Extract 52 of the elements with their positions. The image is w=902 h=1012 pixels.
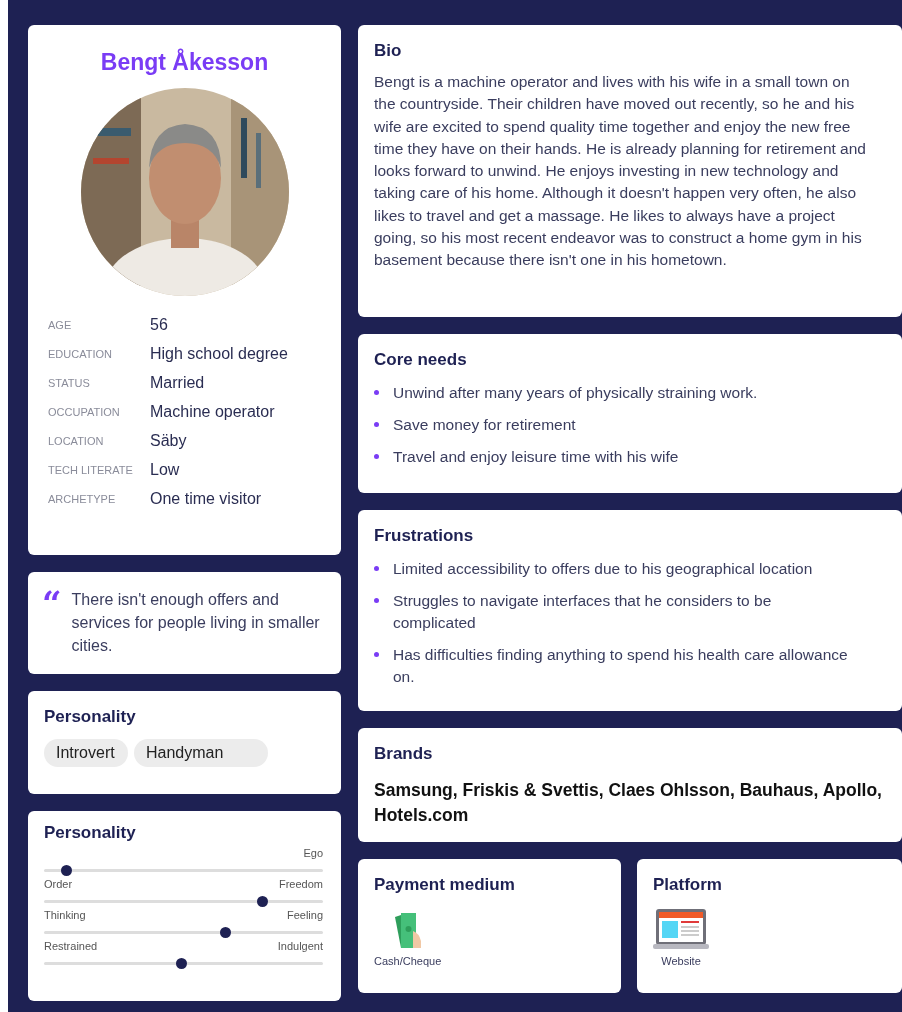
- bullet-icon: [374, 652, 379, 657]
- bullet-icon: [374, 422, 379, 427]
- scale-label: Restrained: [44, 940, 98, 954]
- fact-label: ARCHETYPE: [48, 493, 117, 505]
- item-label: Cash/Cheque: [374, 955, 442, 967]
- fact-value: One time visitor: [150, 490, 263, 508]
- personality-tag: Introvert: [44, 739, 128, 767]
- bullet-icon: [374, 598, 379, 603]
- frustration-text: Struggles to navigate interfaces that he considers to be complicated: [393, 591, 773, 633]
- need-text: Save money for retirement: [393, 415, 577, 435]
- fact-value: 56: [150, 316, 169, 334]
- bullet-icon: [374, 390, 379, 395]
- card-title: Brands: [374, 744, 434, 764]
- frustration-text: Limited accessibility to offers due to his geographical location: [393, 559, 814, 579]
- quote-mark: “: [42, 588, 62, 625]
- scale-label: Thinking: [44, 909, 86, 923]
- persona-name: Bengt Åkesson: [100, 49, 269, 76]
- fact-label: AGE: [48, 319, 73, 331]
- scale-label: Indulgent: [277, 940, 323, 954]
- fact-value: Low: [150, 461, 181, 479]
- fact-label: LOCATION: [48, 435, 105, 447]
- scale-label: Order: [44, 878, 73, 892]
- card-title: Payment medium: [374, 875, 516, 895]
- item-label: Website: [661, 955, 701, 967]
- fact-value: Machine operator: [150, 403, 276, 421]
- brands-text: Samsung, Friskis & Svettis, Claes Ohlsson, Bauhaus, Apollo, Hotels.com: [374, 779, 883, 827]
- bio-text: Bengt is a machine operator and lives with his wife in a small town on the countryside. Their children have moved out recently, so he and his wife are excited to spend quality time together and enjoy the new free time they have on their hands. He is already planning for retirement and looks forward to unwind. He enjoys investing in new technology and taking care of his home. Although it doesn't happen very often, he also likes to travel and get a massage. He likes to always have a project going, so his most recent endeavor was to construct a home gym in his basement because there isn't one in his hometown.: [374, 72, 867, 271]
- cash-in-hand-icon: [392, 911, 423, 949]
- card-title: Platform: [653, 875, 723, 895]
- card-title: Frustrations: [374, 526, 475, 546]
- fact-value: High school degree: [150, 345, 289, 363]
- fact-label: EDUCATION: [48, 348, 113, 360]
- fact-value: Married: [150, 374, 206, 392]
- bullet-icon: [374, 566, 379, 571]
- laptop-webpage-icon: [653, 909, 709, 949]
- card-title: Personality: [44, 707, 137, 727]
- bullet-icon: [374, 454, 379, 459]
- fact-label: OCCUPATION: [48, 406, 121, 418]
- fact-value: Säby: [150, 432, 188, 450]
- card-title: Core needs: [374, 350, 468, 370]
- fact-label: TECH LITERATE: [48, 464, 134, 476]
- quote-text: There isn't enough offers and services for people living in smaller cities.: [71, 590, 321, 656]
- card-title: Bio: [374, 41, 403, 61]
- card-title: Personality: [44, 823, 137, 843]
- need-text: Unwind after many years of physically straining work.: [393, 383, 759, 403]
- personality-tag: Handyman: [134, 739, 268, 767]
- frustration-text: Has difficulties finding anything to spend his health care allowance on.: [393, 645, 849, 687]
- scale-label: Feeling: [286, 909, 323, 923]
- fact-label: STATUS: [48, 377, 91, 389]
- scale-label: Ego: [303, 847, 323, 861]
- need-text: Travel and enjoy leisure time with his wife: [393, 447, 680, 467]
- scale-label: Freedom: [278, 878, 323, 892]
